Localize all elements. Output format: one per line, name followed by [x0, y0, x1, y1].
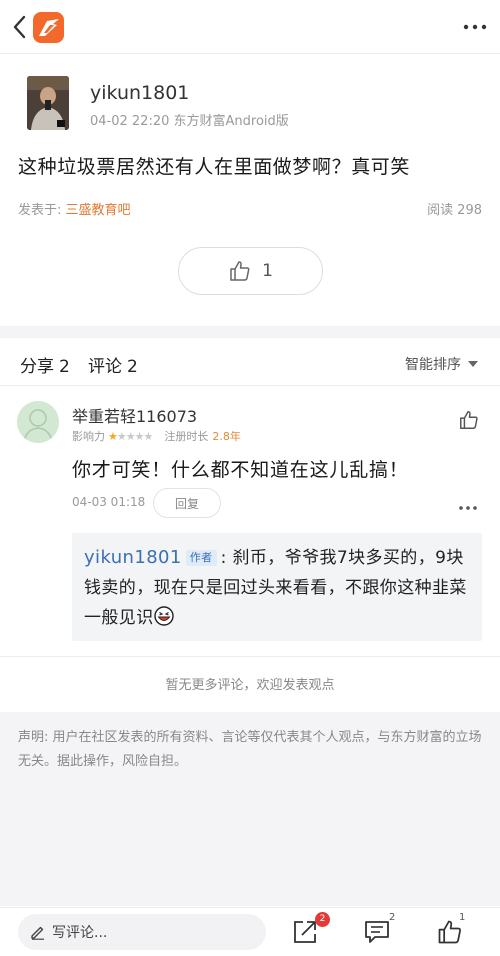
- commenter-name[interactable]: 举重若轻116073: [72, 403, 197, 427]
- sort-dropdown[interactable]: 智能排序: [405, 354, 478, 374]
- thumb-up-icon: [230, 261, 250, 281]
- comment-more-icon[interactable]: [458, 497, 478, 510]
- tab-comment-count: 2: [127, 357, 138, 377]
- app-logo-icon[interactable]: [33, 12, 64, 43]
- like-count: 1: [459, 912, 466, 923]
- commenter-meta: 影响力 ★★★★★ 注册时长 2.8年: [72, 428, 241, 444]
- post-text: 这种垃圾票居然还有人在里面做梦啊？真可笑: [18, 156, 411, 178]
- comment-icon[interactable]: [363, 918, 391, 946]
- tab-comment-label: 评论: [88, 357, 122, 377]
- read-number: 298: [457, 203, 482, 218]
- influence-label: 影响力: [72, 430, 105, 443]
- comment-item: 举重若轻116073 影响力 ★★★★★ 注册时长 2.8年 你才可笑！什么都不…: [0, 387, 500, 657]
- pencil-icon: [31, 926, 44, 940]
- comment-count: 2: [389, 912, 396, 923]
- comment-text: 你才可笑！什么都不知道在这儿乱搞！: [72, 459, 409, 481]
- read-label: 阅读: [427, 203, 454, 218]
- write-comment-placeholder: 写评论...: [52, 925, 108, 941]
- disclaimer-text: 声明: 用户在社区发表的所有资料、言论等仅代表其个人观点，与东方财富的立场无关。…: [18, 730, 482, 769]
- post-like-count: 1: [262, 261, 273, 281]
- comment-tabs: 分享 2 评论 2 智能排序: [0, 338, 500, 386]
- thumb-up-icon: [460, 411, 478, 429]
- register-value: 2.8年: [212, 430, 241, 443]
- tab-share-count: 2: [59, 357, 70, 377]
- no-more-comments: 暂无更多评论，欢迎发表观点: [165, 678, 335, 693]
- more-icon[interactable]: [462, 16, 488, 38]
- grinning-emoji-icon: [153, 606, 174, 626]
- back-icon[interactable]: [8, 12, 34, 42]
- bottom-bar: 写评论... 2 2 1: [0, 907, 500, 956]
- author-badge: 作者: [185, 550, 217, 566]
- read-count: 阅读 298: [427, 199, 482, 218]
- post-source-label: 发表于:: [18, 203, 62, 218]
- reply-button[interactable]: 回复: [153, 488, 221, 518]
- post-like-button[interactable]: 1: [178, 247, 323, 295]
- bar-link[interactable]: 三盛教育吧: [66, 203, 131, 218]
- caret-down-icon: [468, 361, 478, 367]
- reply-author[interactable]: yikun1801: [84, 547, 182, 568]
- post-author: yikun1801 04-02 22:20 东方财富Android版: [0, 72, 500, 132]
- tab-share-label: 分享: [20, 357, 54, 377]
- share-badge: 2: [315, 912, 330, 927]
- write-comment-input[interactable]: 写评论...: [18, 914, 266, 950]
- register-label: 注册时长: [164, 430, 209, 443]
- post-meta: 04-02 22:20 东方财富Android版: [90, 114, 289, 129]
- post-source: 发表于: 三盛教育吧: [18, 199, 131, 218]
- author-avatar[interactable]: [27, 76, 69, 130]
- commenter-avatar[interactable]: [17, 401, 59, 443]
- sort-label: 智能排序: [405, 357, 461, 373]
- author-name[interactable]: yikun1801: [90, 82, 189, 104]
- comment-time: 04-03 01:18: [72, 495, 146, 509]
- tab-comment[interactable]: 评论 2: [88, 352, 138, 377]
- section-divider: [0, 326, 500, 338]
- top-bar: [0, 0, 500, 54]
- tab-share[interactable]: 分享 2: [20, 352, 70, 377]
- influence-stars: ★★★★★: [108, 429, 153, 443]
- comment-like-button[interactable]: [458, 409, 480, 431]
- reply-quote: yikun1801 作者: 刹币，爷爷我7块多买的，9块钱卖的，现在只是回过头来看…: [72, 533, 482, 641]
